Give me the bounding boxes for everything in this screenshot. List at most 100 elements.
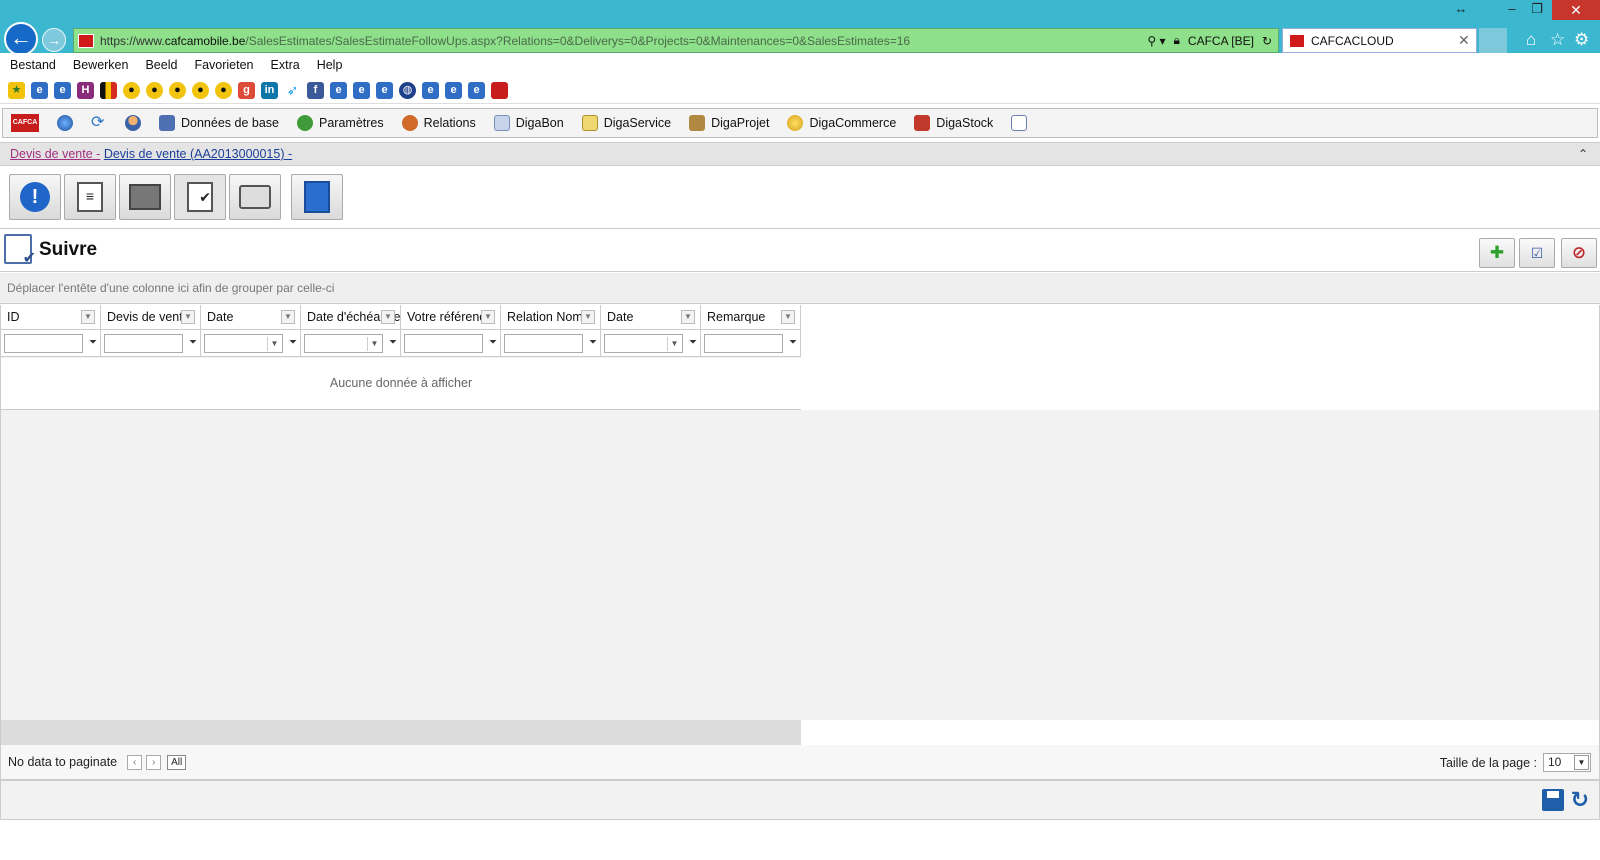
column-header-date-2[interactable]: Date ▼ xyxy=(601,305,701,330)
follow-up-button[interactable]: ✔ xyxy=(174,174,226,220)
breadcrumb-link-sales-estimates[interactable]: Devis de vente - xyxy=(10,147,100,161)
chevron-down-icon[interactable]: ▼ xyxy=(581,310,595,324)
nav-parametres[interactable]: Paramètres xyxy=(297,115,384,131)
menu-help[interactable]: Help xyxy=(317,58,343,72)
filter-due-date-picker[interactable]: ▼ xyxy=(304,334,383,353)
chevron-down-icon[interactable]: ▼ xyxy=(367,337,381,351)
new-tab-button[interactable] xyxy=(1479,28,1507,53)
refresh-icon[interactable]: ↻ xyxy=(1571,787,1589,813)
flag-favorite-icon[interactable] xyxy=(100,81,117,99)
globe-icon[interactable] xyxy=(57,115,73,131)
sync-icon[interactable]: ⟳ xyxy=(91,115,107,131)
menu-extra[interactable]: Extra xyxy=(271,58,300,72)
filter-icon[interactable]: ⏷ xyxy=(489,337,497,348)
filter-input-remark[interactable] xyxy=(704,334,783,353)
previous-page-icon[interactable]: ‹ xyxy=(127,754,143,770)
filter-date-picker[interactable]: ▼ xyxy=(204,334,283,353)
favorites-star-icon[interactable]: ☆ xyxy=(1550,30,1565,50)
lock-icon[interactable]: 🔒︎ xyxy=(1174,33,1180,48)
ie-favorite-icon[interactable]: e xyxy=(54,81,71,99)
forward-button[interactable]: → xyxy=(42,28,66,52)
column-header-due-date[interactable]: Date d'échéance ▼ xyxy=(301,305,401,330)
filter-icon[interactable]: ⏷ xyxy=(789,337,797,348)
google-plus-icon[interactable]: g xyxy=(238,81,255,99)
cafca-logo[interactable]: CAFCA xyxy=(11,114,39,132)
filter-icon[interactable]: ⏷ xyxy=(689,337,697,348)
h-favorite-icon[interactable]: H xyxy=(77,81,94,99)
chevron-down-icon[interactable]: ▼ xyxy=(1574,755,1589,770)
nav-relations[interactable]: Relations xyxy=(401,115,476,131)
ie-favorite-icon[interactable]: e xyxy=(353,81,370,99)
chevron-down-icon[interactable]: ▼ xyxy=(281,310,295,324)
menu-favorieten[interactable]: Favorieten xyxy=(194,58,253,72)
breadcrumb-link-sales-estimate[interactable]: Devis de vente (AA2013000015) - xyxy=(104,147,292,161)
show-all-button[interactable]: All xyxy=(167,754,187,770)
column-header-reference[interactable]: Votre référence ▼ xyxy=(401,305,501,330)
edit-checklist-button[interactable]: ☑ xyxy=(1519,238,1555,268)
close-window-button[interactable]: ✕ xyxy=(1552,0,1600,20)
filter-input-devis[interactable] xyxy=(104,334,183,353)
nav-digacommerce[interactable]: DigaCommerce xyxy=(787,115,896,131)
cert-label[interactable]: CAFCA [BE] xyxy=(1188,34,1254,48)
filter-date-picker-2[interactable]: ▼ xyxy=(604,334,683,353)
column-header-relation[interactable]: Relation Nom ▼ xyxy=(501,305,601,330)
twitter-icon[interactable]: ➶ xyxy=(284,81,301,99)
resize-icon[interactable]: ↔ xyxy=(1446,0,1476,20)
ie-favorite-icon[interactable]: e xyxy=(445,81,462,99)
column-header-devis[interactable]: Devis de vente ▼ xyxy=(101,305,201,330)
horizontal-scrollbar[interactable] xyxy=(1,720,801,745)
column-header-id[interactable]: ID ▼ xyxy=(1,305,101,330)
smiley-favorite-icon[interactable]: ● xyxy=(192,81,209,99)
chevron-down-icon[interactable]: ▼ xyxy=(481,310,495,324)
smiley-favorite-icon[interactable]: ● xyxy=(215,81,232,99)
chevron-down-icon[interactable]: ▼ xyxy=(667,337,681,351)
cafca-favorite-icon[interactable] xyxy=(491,81,508,99)
menu-bewerken[interactable]: Bewerken xyxy=(73,58,129,72)
column-header-date[interactable]: Date ▼ xyxy=(201,305,301,330)
calculator-button[interactable] xyxy=(291,174,343,220)
nav-digastock[interactable]: DigaStock xyxy=(914,115,993,131)
print-button[interactable] xyxy=(229,174,281,220)
next-page-icon[interactable]: › xyxy=(146,754,162,770)
ie-favorite-icon[interactable]: e xyxy=(330,81,347,99)
filter-icon[interactable]: ⏷ xyxy=(589,337,597,348)
nav-digaprojet[interactable]: DigaProjet xyxy=(689,115,769,131)
facebook-icon[interactable]: f xyxy=(307,81,324,99)
delete-button[interactable]: ⊘ xyxy=(1561,238,1597,268)
globe-icon[interactable]: ◍ xyxy=(399,81,416,99)
filter-input-reference[interactable] xyxy=(404,334,483,353)
smiley-favorite-icon[interactable]: ● xyxy=(146,81,163,99)
chevron-down-icon[interactable]: ▼ xyxy=(81,310,95,324)
details-button[interactable]: ≡ xyxy=(64,174,116,220)
tab-close-icon[interactable]: ✕ xyxy=(1458,32,1476,49)
filter-input-relation[interactable] xyxy=(504,334,583,353)
nav-donnees-de-base[interactable]: Données de base xyxy=(159,115,279,131)
nav-digabon[interactable]: DigaBon xyxy=(493,115,564,131)
filter-icon[interactable]: ⏷ xyxy=(189,337,197,348)
group-panel[interactable]: Déplacer l'entête d'une colonne ici afin… xyxy=(0,273,1600,304)
ie-favorite-icon[interactable]: e xyxy=(422,81,439,99)
ie-favorite-icon[interactable]: e xyxy=(468,81,485,99)
chevron-down-icon[interactable]: ▼ xyxy=(681,310,695,324)
checklist-icon[interactable] xyxy=(1011,115,1028,131)
collapse-icon[interactable]: ⌃ xyxy=(1578,143,1588,165)
add-button[interactable]: ✚ xyxy=(1479,238,1515,268)
smiley-favorite-icon[interactable]: ● xyxy=(169,81,186,99)
refresh-icon[interactable]: ↻ xyxy=(1262,34,1272,48)
menu-beeld[interactable]: Beeld xyxy=(145,58,177,72)
save-icon[interactable] xyxy=(1542,789,1564,811)
add-favorite-icon[interactable]: ★ xyxy=(8,81,25,99)
menu-bestand[interactable]: Bestand xyxy=(10,58,56,72)
linkedin-icon[interactable]: in xyxy=(261,81,278,99)
cards-button[interactable] xyxy=(119,174,171,220)
settings-gear-icon[interactable]: ⚙ xyxy=(1574,30,1589,50)
search-icon[interactable]: ⚲ ▾ xyxy=(1147,34,1165,48)
smiley-favorite-icon[interactable]: ● xyxy=(123,81,140,99)
filter-input-id[interactable] xyxy=(4,334,83,353)
column-header-remark[interactable]: Remarque ▼ xyxy=(701,305,801,330)
browser-tab[interactable]: CAFCACLOUD ✕ xyxy=(1282,28,1477,53)
filter-icon[interactable]: ⏷ xyxy=(289,337,297,348)
page-size-select[interactable]: 10 ▼ xyxy=(1543,753,1591,772)
back-button[interactable]: ← xyxy=(4,22,38,56)
chevron-down-icon[interactable]: ▼ xyxy=(781,310,795,324)
